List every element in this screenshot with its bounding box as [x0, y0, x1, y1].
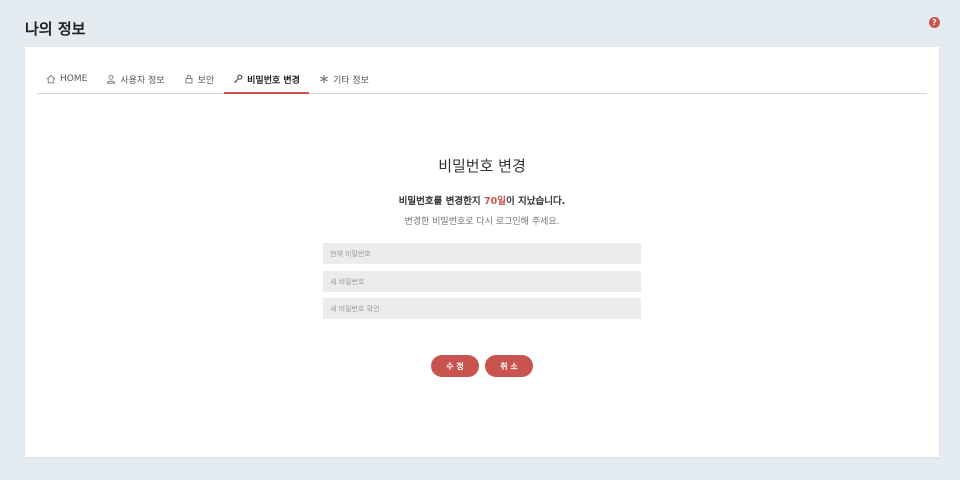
question-circle-icon[interactable]: ?	[929, 17, 940, 28]
notice-suffix: 이 지났습니다.	[505, 196, 566, 207]
tab-user-info[interactable]: 사용자 정보	[97, 46, 173, 93]
cancel-button[interactable]: 취 소	[485, 355, 533, 377]
tab-other-info[interactable]: 기타 정보	[310, 46, 378, 93]
tab-label: 사용자 정보	[120, 75, 165, 86]
tab-label: 기타 정보	[332, 75, 369, 86]
current-password-input[interactable]	[323, 243, 641, 264]
home-icon	[46, 74, 56, 84]
days-count: 70일	[483, 196, 506, 207]
lock-icon	[184, 74, 194, 84]
section-heading: 비밀번호 변경	[438, 157, 526, 175]
save-button[interactable]: 수 정	[431, 355, 479, 377]
tab-home[interactable]: HOME	[37, 46, 96, 93]
password-age-notice: 비밀번호를 변경한지 70일이 지났습니다.	[25, 193, 939, 207]
content-card: HOME 사용자 정보 보안 비밀번호 변경 기타 정보 비밀번호 변경 비밀번…	[25, 47, 939, 457]
notice-prefix: 비밀번호를 변경한지	[398, 196, 484, 207]
relogin-subtext: 변경한 비밀번호로 다시 로그인해 주세요.	[404, 217, 560, 227]
asterisk-icon	[319, 74, 329, 84]
key-icon	[233, 74, 243, 84]
tab-change-password[interactable]: 비밀번호 변경	[224, 46, 309, 94]
confirm-password-input[interactable]	[323, 298, 641, 319]
tab-label: 비밀번호 변경	[247, 75, 300, 86]
tab-label: HOME	[60, 74, 88, 84]
user-icon	[106, 74, 116, 84]
tab-security[interactable]: 보안	[175, 46, 224, 93]
tab-bar: HOME 사용자 정보 보안 비밀번호 변경 기타 정보	[37, 47, 927, 94]
new-password-input[interactable]	[323, 271, 641, 292]
tab-label: 보안	[197, 75, 215, 86]
page-title: 나의 정보	[25, 20, 86, 38]
